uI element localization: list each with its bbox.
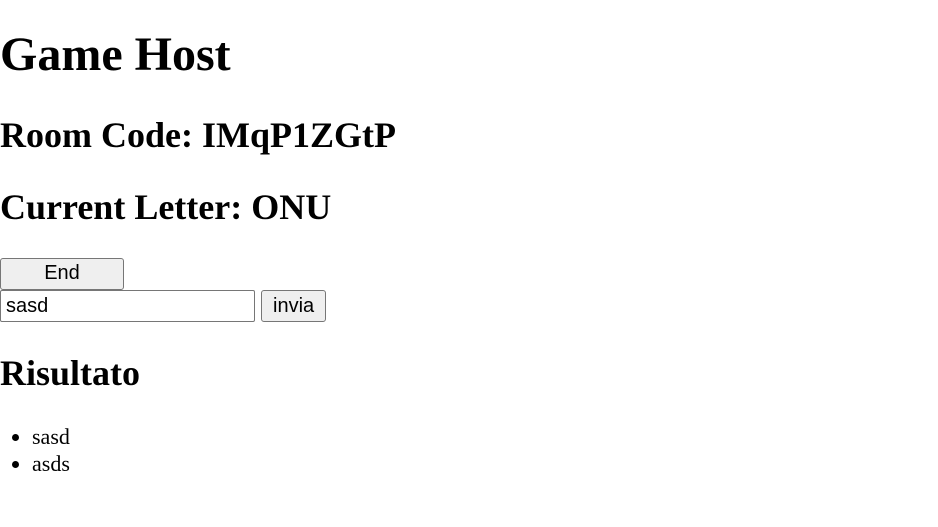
current-letter-heading: Current Letter: ONU — [0, 187, 331, 227]
game-host-page: Game Host Room Code: IMqP1ZGtP Current L… — [0, 0, 938, 527]
end-round-button[interactable]: End Round — [0, 258, 124, 312]
current-letter-value: ONU — [251, 187, 332, 227]
room-code-label: Room Code: — [0, 115, 202, 155]
results-list: sasd asds — [0, 423, 70, 477]
page-title: Game Host — [0, 28, 231, 81]
results-title: Risultato — [0, 353, 141, 393]
room-code-heading: Room Code: IMqP1ZGtP — [0, 115, 396, 155]
answer-input[interactable] — [0, 290, 255, 322]
current-letter-label: Current Letter: — [0, 187, 252, 227]
list-item: asds — [32, 450, 70, 477]
send-button[interactable]: invia — [261, 290, 326, 322]
list-item: sasd — [32, 423, 70, 450]
room-code-value: IMqP1ZGtP — [201, 115, 396, 155]
